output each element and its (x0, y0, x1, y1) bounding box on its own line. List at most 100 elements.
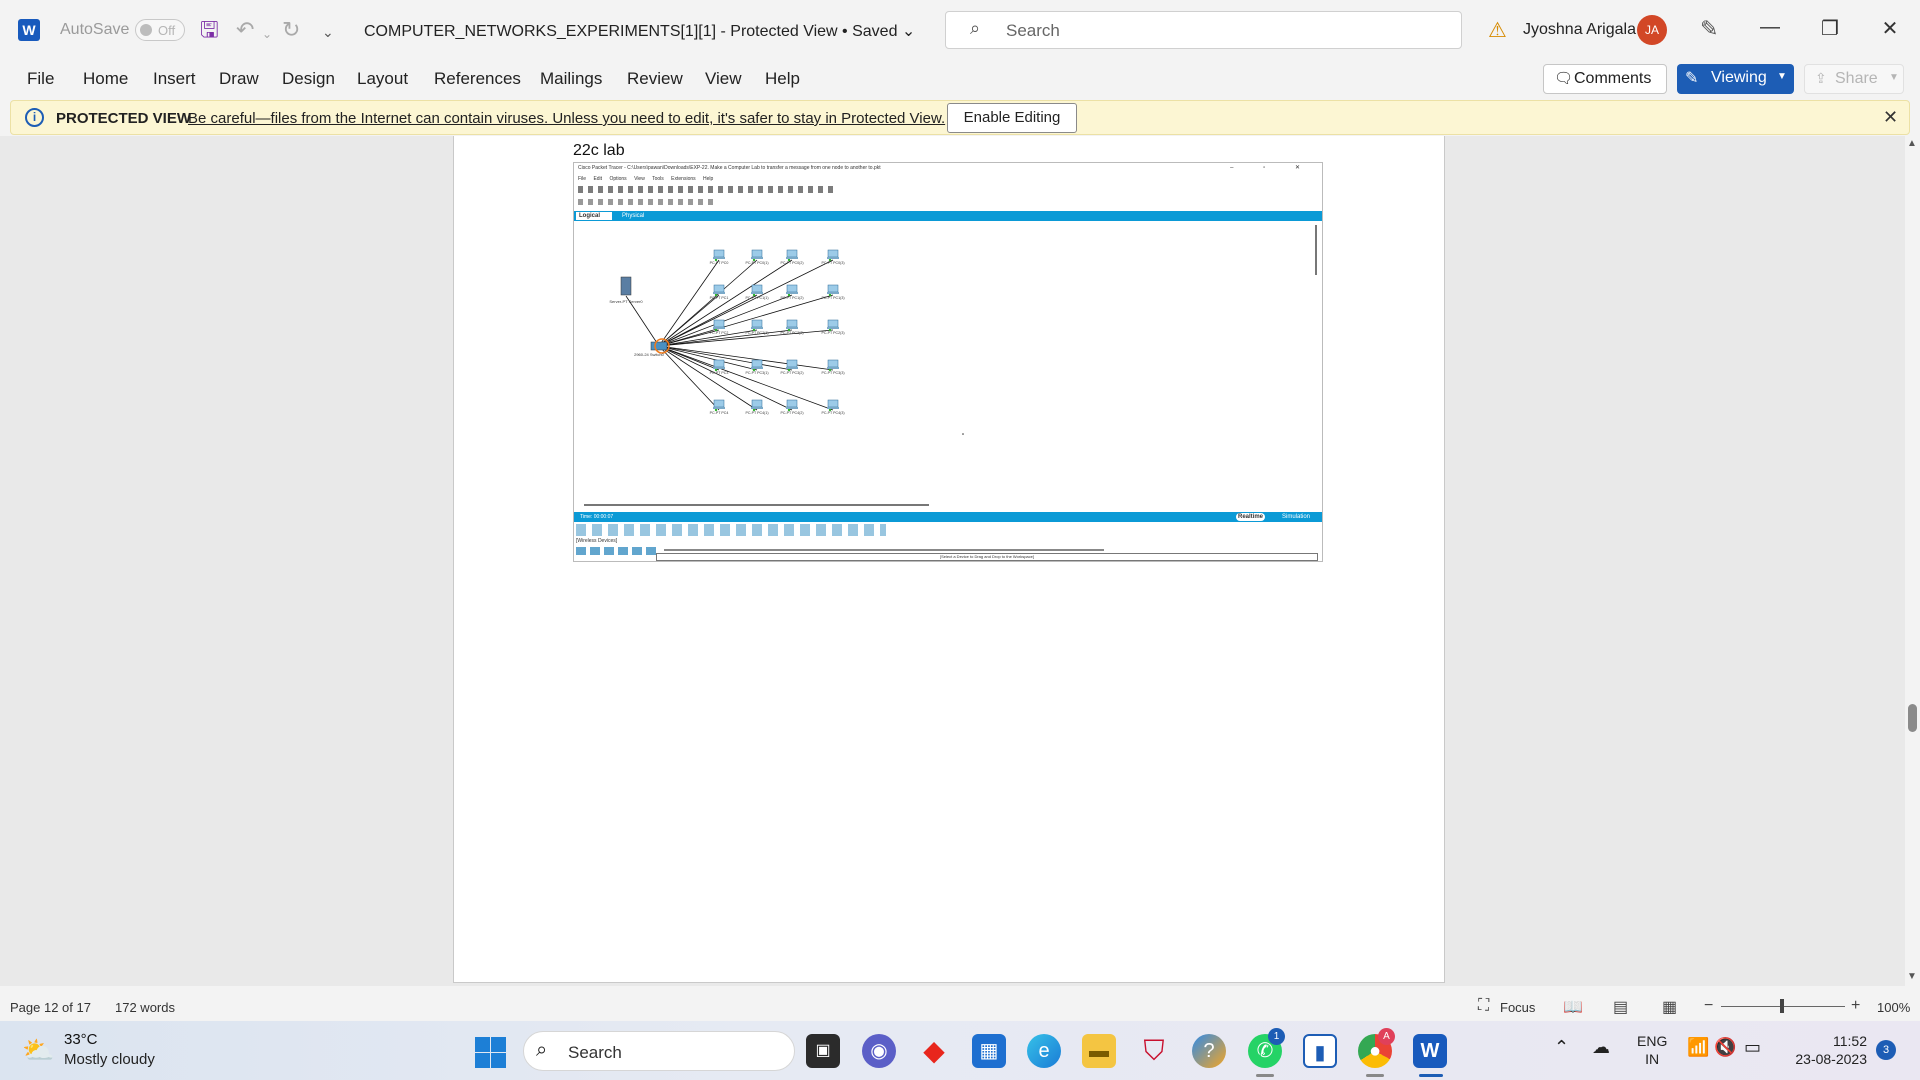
customize-quick-access-icon[interactable]: ⌄ (322, 19, 334, 45)
network-topology: Server-PT Server0 2960-24 Switch0 PC-PT PC… (609, 249, 964, 435)
tab-layout[interactable]: Layout (357, 69, 408, 89)
pc-label: PC-PT PC1(2) (780, 296, 803, 300)
pt-view-bar (574, 211, 1322, 221)
autosave-toggle[interactable]: Off (135, 19, 185, 41)
clock[interactable]: 11:52 23-08-2023 (1787, 1032, 1867, 1068)
running-indicator (1366, 1074, 1384, 1077)
comment-icon: 🗨 (1554, 70, 1574, 87)
viewing-mode-button[interactable]: ✎ Viewing ▼ (1677, 64, 1794, 94)
autosave-state: Off (158, 23, 176, 38)
battery-icon[interactable]: ▭ (1744, 1037, 1761, 1058)
wifi-icon[interactable]: 📶 (1687, 1037, 1709, 1058)
close-icon[interactable]: ✕ (1883, 107, 1898, 128)
edge-icon[interactable]: e (1027, 1034, 1061, 1068)
tab-review[interactable]: Review (627, 69, 683, 89)
scroll-thumb[interactable] (1908, 704, 1917, 732)
file-explorer-icon[interactable]: ▬ (1082, 1034, 1116, 1068)
zoom-in-icon[interactable]: + (1851, 997, 1860, 1015)
notification-badge[interactable]: 3 (1876, 1040, 1896, 1060)
taskbar: ⛅ 33°C Mostly cloudy ⌕ Search ▣ ◉ ◆ ▦ e … (0, 1021, 1920, 1080)
language-indicator[interactable]: ENG IN (1637, 1032, 1667, 1068)
tab-insert[interactable]: Insert (153, 69, 196, 89)
onedrive-icon[interactable]: ☁ (1592, 1037, 1610, 1058)
protected-view-message[interactable]: Be careful—files from the Internet can c… (188, 110, 945, 127)
pen-icon[interactable]: ✎ (1700, 16, 1718, 42)
window-snip-icon[interactable]: ▮ (1303, 1034, 1337, 1068)
tab-references[interactable]: References (434, 69, 521, 89)
page-caption: 22c lab (573, 142, 625, 159)
pc-icon (713, 249, 725, 258)
tab-file[interactable]: File (27, 69, 54, 89)
weather-cloud-icon[interactable]: ⛅ (22, 1035, 54, 1066)
restore-button[interactable]: ❐ (1810, 16, 1850, 41)
tab-home[interactable]: Home (83, 69, 128, 89)
search-box[interactable]: ⌕ Search (945, 11, 1462, 49)
pc-label: PC-PT PC0(3) (821, 261, 844, 265)
windows-start-icon[interactable] (472, 1034, 506, 1068)
user-name[interactable]: Jyoshna Arigala (1523, 21, 1636, 39)
microsoft-store-icon[interactable]: ▦ (972, 1034, 1006, 1068)
weather-temperature[interactable]: 33°C (64, 1031, 98, 1048)
comments-label: Comments (1574, 70, 1652, 87)
page-count[interactable]: Page 12 of 17 (10, 1000, 91, 1015)
enable-editing-button[interactable]: Enable Editing (947, 103, 1077, 133)
pc-label: PC-PT PC4(2) (780, 411, 803, 415)
word-taskbar-icon[interactable]: W (1413, 1034, 1447, 1068)
save-icon[interactable]: 🖫 (200, 17, 219, 43)
pc-keyboard (713, 257, 725, 259)
document-title[interactable]: COMPUTER_NETWORKS_EXPERIMENTS[1][1] - Pr… (364, 21, 915, 41)
protected-view-title: PROTECTED VIEW (56, 110, 192, 127)
undo-dropdown-icon[interactable]: ⌄ (262, 21, 272, 47)
print-layout-icon[interactable]: ▤ (1613, 997, 1628, 1017)
tab-mailings[interactable]: Mailings (540, 69, 602, 89)
status-bar: Page 12 of 17 172 words ⛶ Focus 📖 ▤ ▦ − … (0, 993, 1920, 1021)
focus-icon[interactable]: ⛶ (1478, 997, 1489, 1015)
show-hidden-icons-icon[interactable]: ⌃ (1554, 1037, 1569, 1058)
scroll-down-icon[interactable]: ▼ (1907, 971, 1917, 982)
weather-description[interactable]: Mostly cloudy (64, 1051, 155, 1068)
undo-icon[interactable]: ↶ (236, 17, 254, 43)
tab-view[interactable]: View (705, 69, 742, 89)
word-count[interactable]: 172 words (115, 1000, 175, 1015)
vertical-scrollbar[interactable]: ▲ ▼ (1905, 136, 1920, 986)
pc-icon (751, 249, 763, 258)
tab-draw[interactable]: Draw (219, 69, 259, 89)
volume-muted-icon[interactable]: 🔇 (1714, 1037, 1736, 1058)
pc-keyboard (786, 327, 798, 329)
pc-label: PC-PT PC2(1) (745, 331, 768, 335)
pc-keyboard (751, 292, 763, 294)
tab-help[interactable]: Help (765, 69, 800, 89)
taskbar-search[interactable]: ⌕ Search (523, 1031, 795, 1071)
scroll-up-icon[interactable]: ▲ (1907, 138, 1917, 149)
zoom-slider-thumb[interactable] (1780, 999, 1784, 1013)
share-button[interactable]: ⇪ Share ▼ (1804, 64, 1904, 94)
task-view-icon[interactable]: ▣ (806, 1034, 840, 1068)
pc-icon (751, 319, 763, 328)
comments-button[interactable]: 🗨 Comments (1543, 64, 1667, 94)
focus-label[interactable]: Focus (1500, 1000, 1535, 1015)
anydesk-icon[interactable]: ◆ (917, 1034, 951, 1068)
warning-icon[interactable]: ⚠ (1488, 18, 1507, 43)
read-mode-icon[interactable]: 📖 (1563, 997, 1583, 1017)
search-icon: ⌕ (970, 18, 981, 38)
redo-icon[interactable]: ↻ (282, 17, 300, 43)
embedded-packet-tracer-screenshot: Cisco Packet Tracer - C:\Users\pawan\Dow… (573, 162, 1323, 562)
teams-chat-icon[interactable]: ◉ (862, 1034, 896, 1068)
mcafee-icon[interactable]: ⛉ (1137, 1034, 1171, 1068)
pc-icon (786, 399, 798, 408)
pc-label: PC-PT PC0(2) (780, 261, 803, 265)
pc-icon (713, 399, 725, 408)
avatar[interactable]: JA (1637, 15, 1667, 45)
get-help-icon[interactable]: ? (1192, 1034, 1226, 1068)
pc-label: PC-PT PC0(1) (745, 261, 768, 265)
minimize-button[interactable]: — (1750, 16, 1790, 39)
switch-label: 2960-24 Switch0 (634, 352, 665, 357)
pc-icon (786, 359, 798, 368)
tab-design[interactable]: Design (282, 69, 335, 89)
zoom-level[interactable]: 100% (1877, 1000, 1910, 1015)
close-button[interactable]: ✕ (1870, 16, 1910, 41)
web-layout-icon[interactable]: ▦ (1662, 997, 1677, 1017)
pc-label: PC-PT PC4(3) (821, 411, 844, 415)
zoom-out-icon[interactable]: − (1704, 997, 1713, 1015)
pc-keyboard (786, 257, 798, 259)
